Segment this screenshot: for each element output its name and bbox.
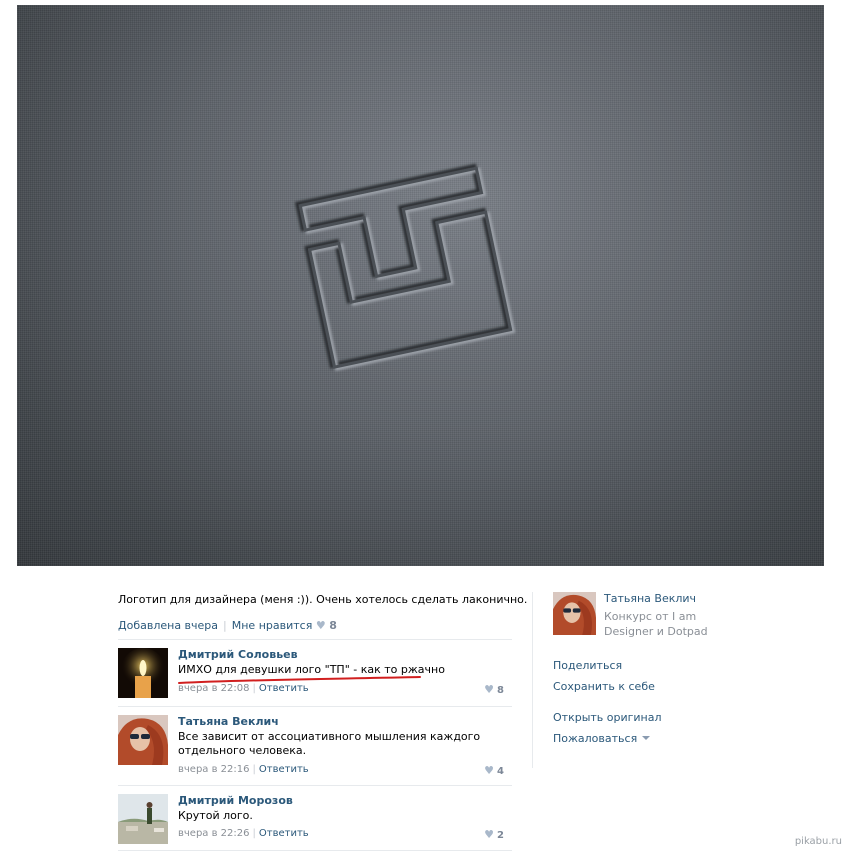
divider: [118, 785, 512, 786]
heart-icon[interactable]: ♥: [316, 619, 326, 632]
candle-avatar-image: [118, 648, 168, 698]
comment-like-count: 8: [497, 685, 504, 696]
woman-avatar-image: [553, 592, 596, 635]
share-link[interactable]: Поделиться: [553, 659, 622, 672]
comment-author[interactable]: Дмитрий Морозов: [178, 794, 293, 807]
author-avatar[interactable]: [553, 592, 596, 635]
album-name[interactable]: Конкурс от I am Designer и Dotpad: [604, 609, 714, 639]
comment-author[interactable]: Татьяна Веклич: [178, 715, 279, 728]
comment-time[interactable]: вчера в 22:26: [178, 828, 250, 839]
annotation-underline: [178, 676, 421, 684]
comment-text: Крутой лого.: [178, 809, 253, 822]
avatar[interactable]: [118, 715, 168, 765]
comment-like[interactable]: ♥ 8: [484, 683, 504, 696]
divider: [118, 706, 512, 707]
avatar[interactable]: [118, 794, 168, 844]
woman-avatar-image: [118, 715, 168, 765]
comment-item: Дмитрий Соловьев ИМХО для девушки лого "…: [118, 648, 512, 700]
divider: [118, 639, 512, 640]
logo-tp-emboss: [294, 163, 516, 371]
watermark: pikabu.ru: [794, 836, 842, 847]
comment-time[interactable]: вчера в 22:16: [178, 764, 250, 775]
comment-meta: вчера в 22:26 | Ответить: [178, 828, 309, 839]
open-original-link[interactable]: Открыть оригинал: [553, 711, 662, 724]
post-like-count: 8: [329, 619, 337, 632]
meta-separator: |: [252, 764, 256, 775]
comment-author[interactable]: Дмитрий Соловьев: [178, 648, 298, 661]
heart-icon: ♥: [484, 683, 495, 696]
comment-like[interactable]: ♥ 2: [484, 828, 504, 841]
like-button[interactable]: Мне нравится: [232, 619, 313, 632]
post-added-link[interactable]: Добавлена вчера: [118, 619, 218, 632]
outdoor-avatar-image: [118, 794, 168, 844]
comment-item: Татьяна Веклич Все зависит от ассоциатив…: [118, 715, 512, 781]
column-divider: [532, 592, 533, 768]
post-photo[interactable]: [17, 5, 824, 566]
comment-meta: вчера в 22:16 | Ответить: [178, 764, 309, 775]
author-name[interactable]: Татьяна Веклич: [604, 592, 696, 605]
divider: [118, 850, 512, 851]
comment-like-count: 4: [497, 766, 504, 777]
meta-separator: |: [252, 828, 256, 839]
dropdown-arrow-icon: [642, 736, 651, 740]
report-label: Пожаловаться: [553, 732, 638, 745]
reply-button[interactable]: Ответить: [259, 828, 309, 839]
avatar[interactable]: [118, 648, 168, 698]
heart-icon: ♥: [484, 828, 495, 841]
comment-like-count: 2: [497, 830, 504, 841]
report-link[interactable]: Пожаловаться: [553, 732, 651, 745]
save-link[interactable]: Сохранить к себе: [553, 680, 655, 693]
heart-icon: ♥: [484, 764, 495, 777]
reply-button[interactable]: Ответить: [259, 764, 309, 775]
comment-text: Все зависит от ассоциативного мышления к…: [178, 730, 481, 757]
comment-text: ИМХО для девушки лого "ТП" - как то ржач…: [178, 663, 445, 676]
post-meta: Добавлена вчера | Мне нравится ♥ 8: [118, 619, 337, 632]
meta-separator: |: [223, 619, 227, 632]
post-caption: Логотип для дизайнера (меня :)). Очень х…: [118, 593, 528, 606]
comment-item: Дмитрий Морозов Крутой лого. вчера в 22:…: [118, 794, 512, 846]
comment-like[interactable]: ♥ 4: [484, 764, 504, 777]
